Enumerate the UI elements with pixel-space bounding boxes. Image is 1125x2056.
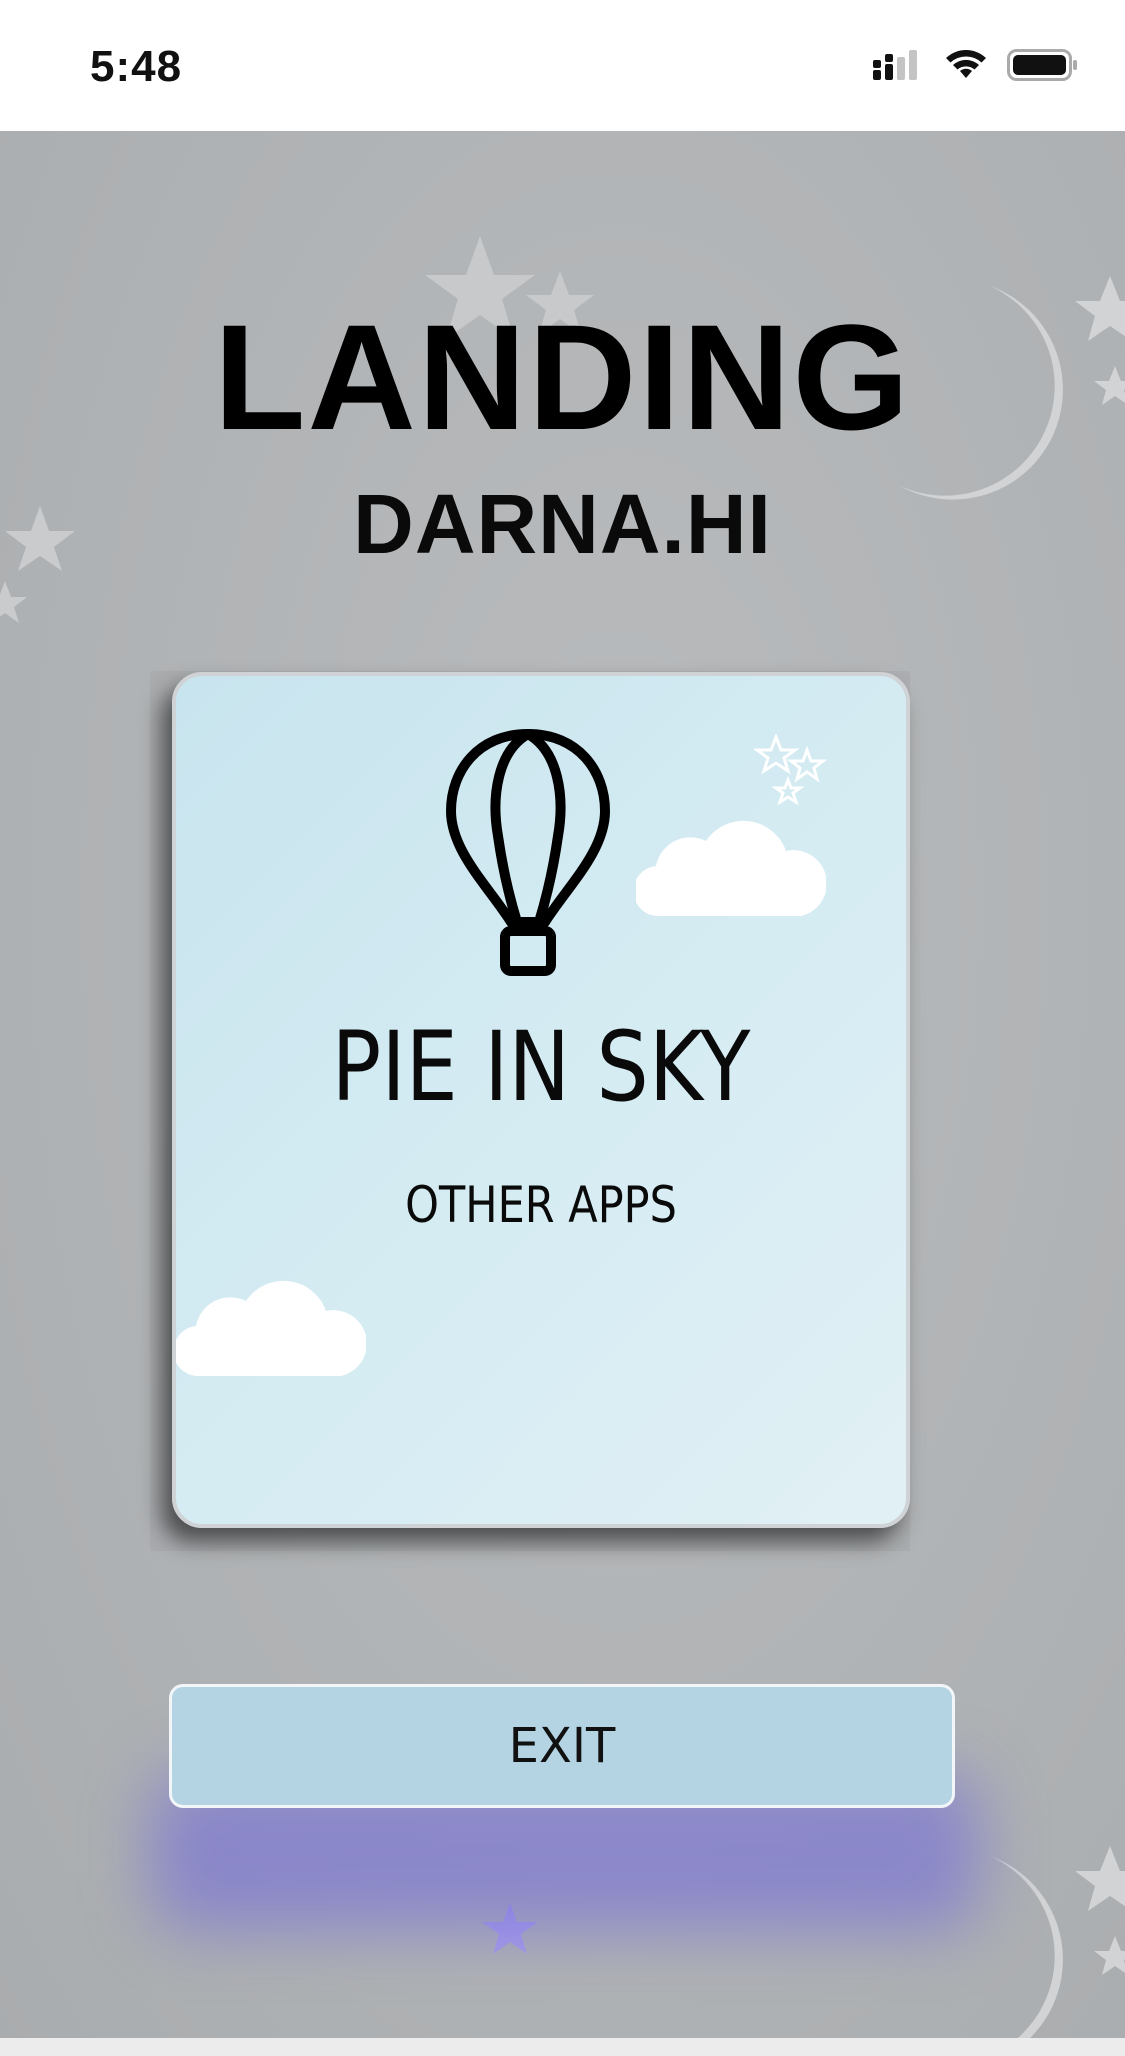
status-icons <box>873 48 1079 82</box>
status-bar: 5:48 <box>0 0 1125 131</box>
wifi-icon <box>946 50 986 78</box>
page-title: LANDING <box>213 293 912 461</box>
cellular-signal-icon <box>873 50 917 80</box>
cloud-decoration-icon <box>176 1280 366 1377</box>
cloud-decoration-icon <box>636 820 826 917</box>
stars-decoration-icon <box>754 734 828 806</box>
exit-button[interactable]: EXIT <box>169 1684 955 1808</box>
page-subtitle: DARNA.HI <box>353 477 772 571</box>
app-card-pie-in-sky[interactable]: PIE IN SKY OTHER APPS <box>172 672 910 1528</box>
battery-icon <box>1007 49 1077 81</box>
hot-air-balloon-icon <box>446 729 610 976</box>
app-name: PIE IN SKY <box>331 1011 751 1123</box>
bottom-bar <box>0 2038 1125 2056</box>
other-apps-link[interactable]: OTHER APPS <box>227 1176 855 1234</box>
stars-decoration-icon <box>1075 1846 1125 1975</box>
status-time: 5:48 <box>90 42 183 91</box>
